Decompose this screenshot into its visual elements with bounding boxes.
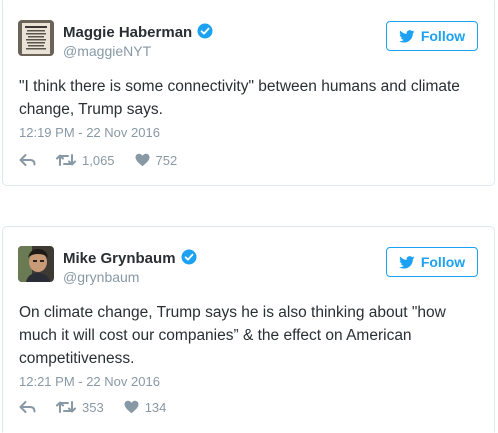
verified-badge-icon	[197, 23, 213, 39]
tweet-timestamp[interactable]: 12:19 PM - 22 Nov 2016	[19, 125, 160, 140]
author-name[interactable]: Mike Grynbaum	[63, 249, 197, 267]
tweet-actions: 1,065 752	[19, 151, 197, 169]
reply-icon	[19, 401, 36, 413]
reply-button[interactable]	[19, 400, 36, 414]
like-count: 752	[155, 152, 178, 168]
like-button[interactable]: 134	[124, 399, 167, 415]
author-name-label: Maggie Haberman	[63, 24, 193, 41]
reply-button[interactable]	[19, 153, 36, 167]
author-name-label: Mike Grynbaum	[63, 250, 176, 267]
tweet-actions: 353 134	[19, 398, 186, 416]
retweet-button[interactable]: 353	[56, 400, 104, 415]
twitter-bird-icon	[398, 29, 415, 43]
tweet-card: Mike Grynbaum @grynbaum Follow On climat…	[2, 226, 495, 433]
retweet-icon	[56, 401, 76, 413]
avatar[interactable]	[18, 20, 54, 56]
retweet-icon	[56, 154, 76, 166]
avatar[interactable]	[18, 246, 54, 282]
like-button[interactable]: 752	[135, 152, 178, 168]
reply-icon	[19, 154, 36, 166]
verified-badge-icon	[181, 249, 197, 265]
author-handle[interactable]: @maggieNYT	[63, 43, 151, 59]
follow-button[interactable]: Follow	[386, 21, 478, 51]
tweet-card: Maggie Haberman @maggieNYT Follow "I thi…	[2, 0, 495, 186]
twitter-bird-icon	[398, 255, 415, 269]
like-heart-icon	[124, 400, 139, 414]
tweet-text: "I think there is some connectivity" bet…	[19, 78, 460, 118]
follow-button[interactable]: Follow	[386, 247, 478, 277]
retweet-count: 353	[82, 399, 104, 415]
author-handle[interactable]: @grynbaum	[63, 269, 139, 285]
retweet-button[interactable]: 1,065	[56, 153, 115, 168]
follow-label: Follow	[420, 28, 466, 44]
author-name[interactable]: Maggie Haberman	[63, 23, 213, 41]
tweet-text: On climate change, Trump says he is also…	[19, 304, 446, 367]
like-count: 134	[144, 399, 167, 415]
follow-label: Follow	[420, 254, 466, 270]
tweet-timestamp[interactable]: 12:21 PM - 22 Nov 2016	[19, 374, 160, 389]
retweet-count: 1,065	[82, 152, 115, 168]
like-heart-icon	[135, 153, 150, 167]
